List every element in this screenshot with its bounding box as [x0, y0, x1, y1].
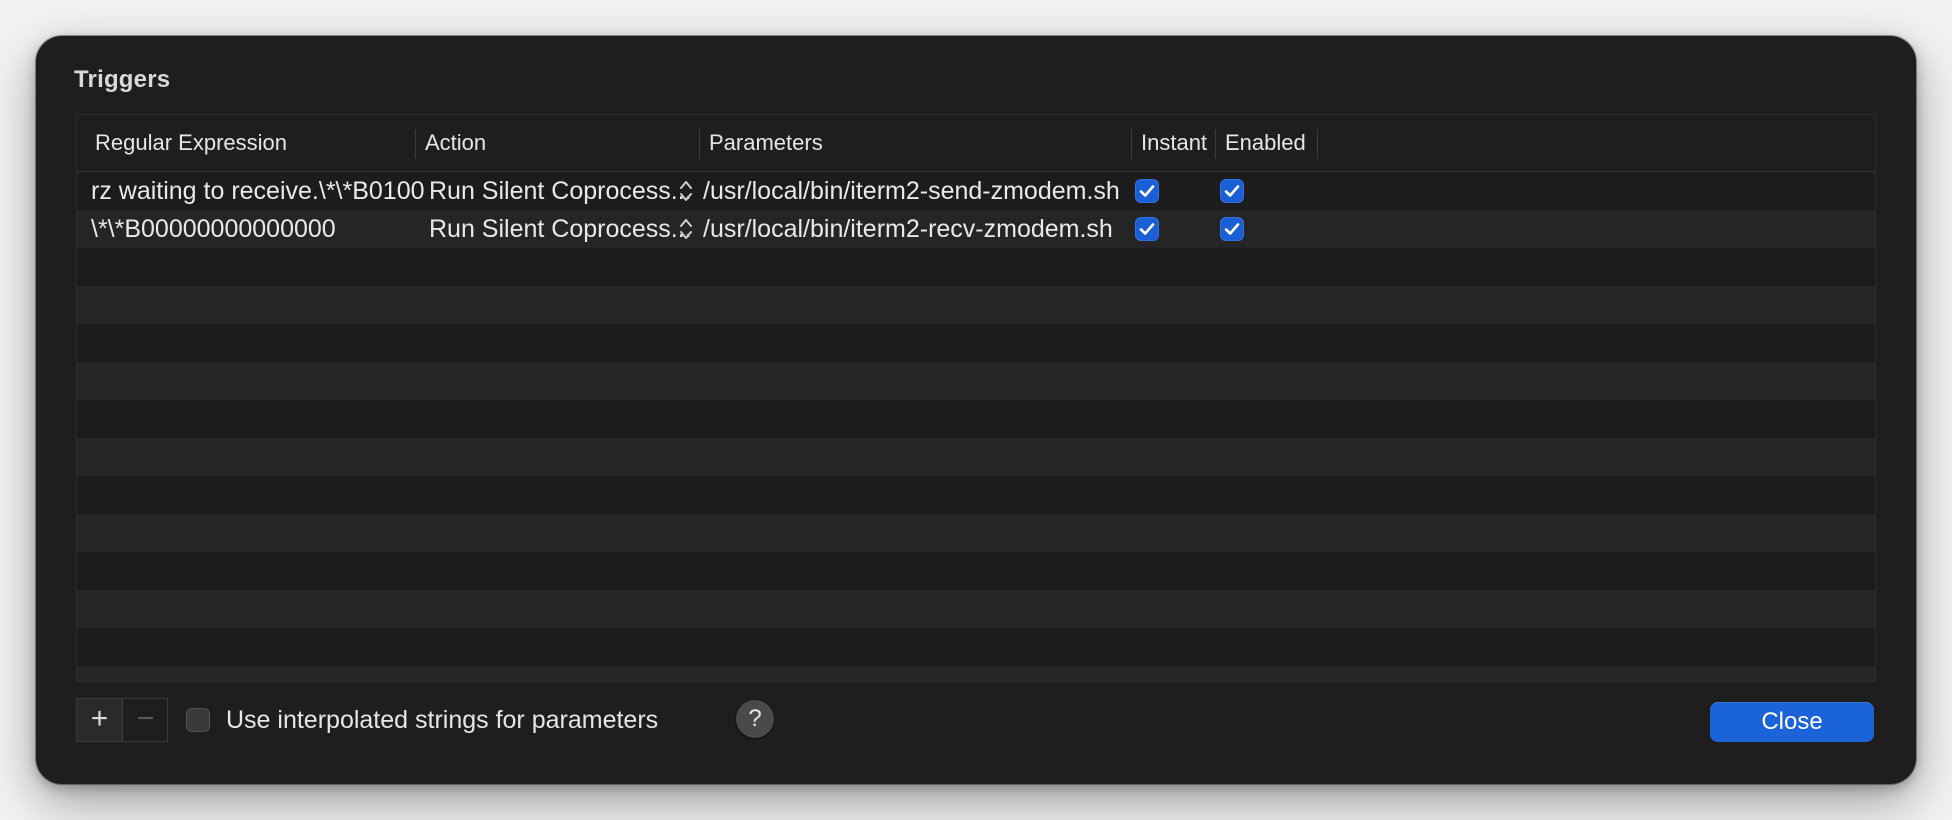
empty-row	[77, 248, 1875, 286]
checkmark-icon	[1139, 185, 1155, 197]
checkmark-icon	[1224, 223, 1240, 235]
triggers-table[interactable]: Regular Expression Action Parameters Ins…	[76, 114, 1876, 682]
dialog-title: Triggers	[74, 66, 171, 93]
column-divider[interactable]	[415, 129, 416, 159]
parameters-cell[interactable]: /usr/local/bin/iterm2-send-zmodem.sh	[703, 172, 1120, 210]
empty-row	[77, 438, 1875, 476]
interpolated-strings-label[interactable]: Use interpolated strings for parameters	[226, 704, 658, 736]
add-remove-control: + −	[76, 698, 168, 742]
remove-trigger-button[interactable]: −	[123, 699, 168, 741]
table-row[interactable]: rz waiting to receive.\*\*B0100 Run Sile…	[77, 172, 1875, 210]
instant-checkbox[interactable]	[1135, 217, 1159, 241]
enabled-checkbox[interactable]	[1220, 179, 1244, 203]
empty-row	[77, 286, 1875, 324]
column-header-instant[interactable]: Instant	[1141, 115, 1207, 171]
checkmark-icon	[1139, 223, 1155, 235]
table-body: rz waiting to receive.\*\*B0100 Run Sile…	[77, 172, 1875, 681]
table-row[interactable]: \*\*B00000000000000 Run Silent Coprocess…	[77, 210, 1875, 248]
parameters-cell[interactable]: /usr/local/bin/iterm2-recv-zmodem.sh	[703, 210, 1113, 248]
column-header-regular-expression[interactable]: Regular Expression	[95, 115, 287, 171]
empty-row	[77, 514, 1875, 552]
enabled-checkbox[interactable]	[1220, 217, 1244, 241]
action-popup[interactable]: Run Silent Coprocess...	[429, 172, 692, 210]
column-divider[interactable]	[1317, 129, 1318, 159]
empty-row	[77, 590, 1875, 628]
popup-stepper-icon[interactable]	[677, 178, 695, 204]
column-divider[interactable]	[699, 129, 700, 159]
column-divider[interactable]	[1215, 129, 1216, 159]
empty-row	[77, 476, 1875, 514]
empty-row	[77, 666, 1875, 681]
column-header-enabled[interactable]: Enabled	[1225, 115, 1306, 171]
column-header-action[interactable]: Action	[425, 115, 486, 171]
empty-row	[77, 324, 1875, 362]
interpolated-strings-checkbox[interactable]	[186, 708, 210, 732]
close-button[interactable]: Close	[1710, 702, 1874, 742]
help-button[interactable]: ?	[736, 700, 774, 738]
column-header-parameters[interactable]: Parameters	[709, 115, 823, 171]
popup-stepper-icon[interactable]	[677, 216, 695, 242]
column-divider[interactable]	[1131, 129, 1132, 159]
instant-checkbox[interactable]	[1135, 179, 1159, 203]
table-header: Regular Expression Action Parameters Ins…	[77, 115, 1875, 172]
add-trigger-button[interactable]: +	[77, 699, 123, 741]
empty-row	[77, 400, 1875, 438]
action-popup[interactable]: Run Silent Coprocess...	[429, 210, 692, 248]
regex-cell[interactable]: rz waiting to receive.\*\*B0100	[91, 172, 425, 210]
empty-row	[77, 628, 1875, 666]
empty-row	[77, 552, 1875, 590]
triggers-dialog: Triggers Regular Expression Action Param…	[36, 36, 1916, 784]
empty-row	[77, 362, 1875, 400]
checkmark-icon	[1224, 185, 1240, 197]
regex-cell[interactable]: \*\*B00000000000000	[91, 210, 336, 248]
